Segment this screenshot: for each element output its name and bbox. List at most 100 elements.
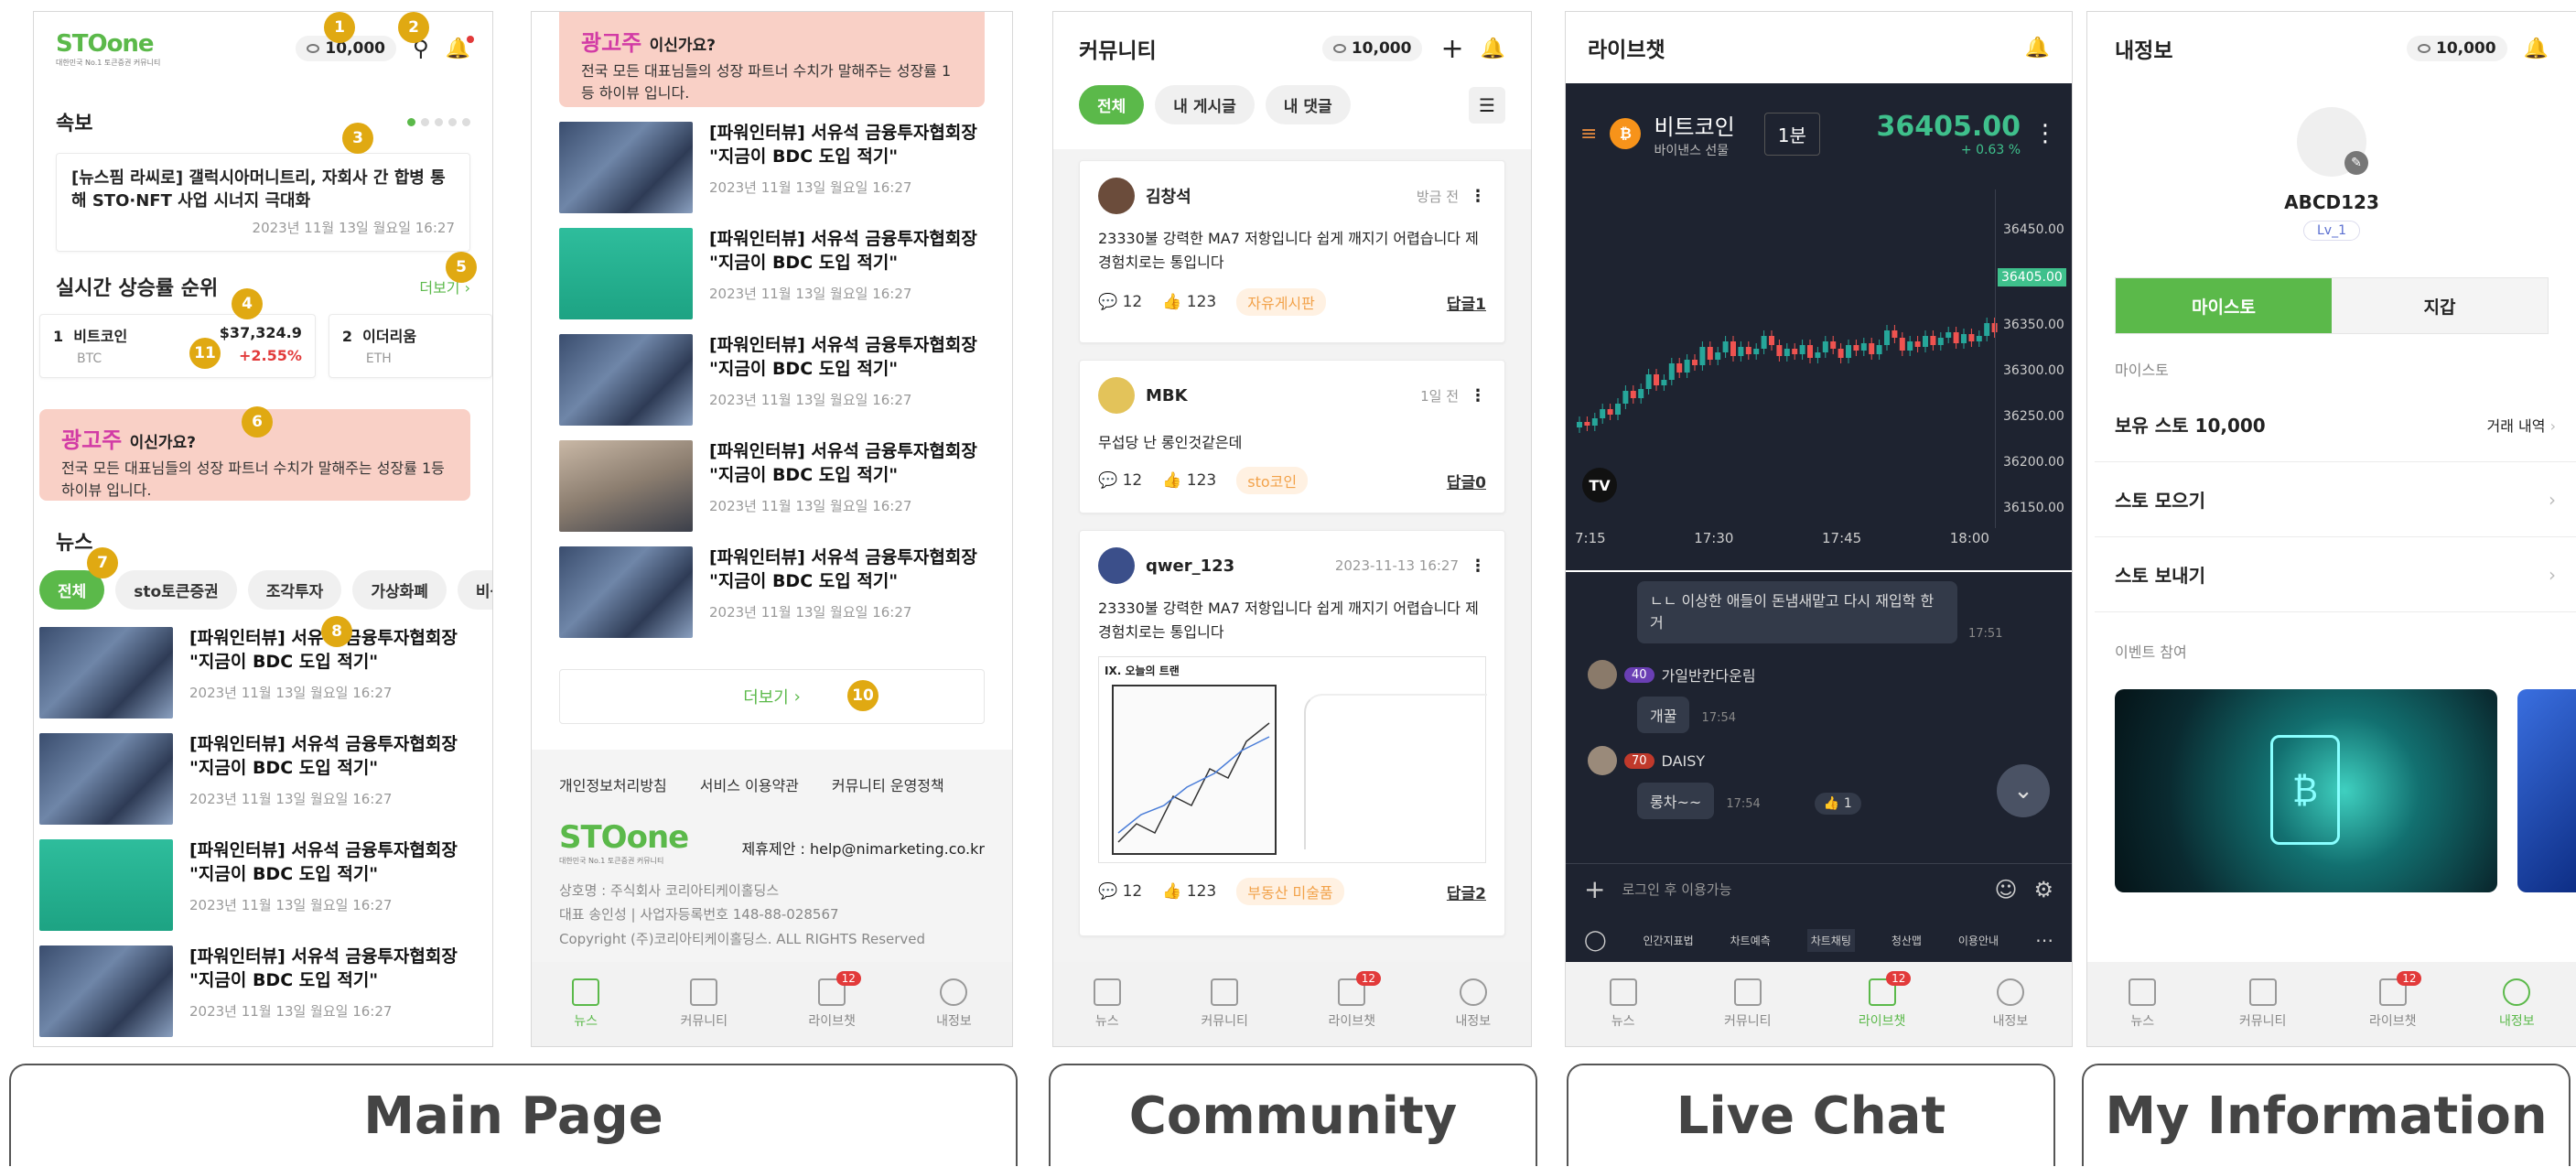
tab-community[interactable]: 커뮤니티 xyxy=(1724,978,1772,1030)
news-item[interactable]: [파워인터뷰] 서유석 금융투자협회장 "지금이 BDC 도입 적기" 2023년… xyxy=(559,334,994,426)
chip-fraction[interactable]: 조각투자 xyxy=(247,570,342,610)
coin-balance[interactable]: 10,000 xyxy=(2406,36,2507,61)
bell-icon[interactable]: 🔔 xyxy=(2025,37,2050,59)
like-icon[interactable]: 👍 123 xyxy=(1162,471,1216,490)
post-card[interactable]: 김창석 방금 전 ⋮ 23330불 강력한 MA7 저항입니다 쉽게 깨지기 어렵습… xyxy=(1079,160,1505,343)
bell-icon[interactable]: 🔔 xyxy=(446,35,474,60)
reply-link[interactable]: 답글0 xyxy=(1447,470,1486,492)
post-card[interactable]: MBK 1일 전 ⋮ 무섭당 난 롱인것같은데 💬 12 👍 123 sto코인 답글0 xyxy=(1079,360,1505,513)
emoji-icon[interactable]: ☺ xyxy=(1994,877,2017,902)
avatar[interactable] xyxy=(1098,178,1135,214)
more-icon[interactable]: ⋯ xyxy=(2035,929,2053,951)
breaking-news-card[interactable]: [뉴스핌 라씨로] 갤럭시아머니트리, 자회사 간 합병 통해 STO·NFT … xyxy=(56,153,470,252)
scroll-down-button[interactable]: ⌄ xyxy=(1997,764,2050,817)
rank-card[interactable]: 2 이더리움 ETH xyxy=(328,314,492,378)
policy-link[interactable]: 커뮤니티 운영정책 xyxy=(832,773,944,795)
price-chart-panel[interactable]: ≡ ₿ 비트코인 바이낸스 선물 1분 36405.00 + 0.63 % ⋮ 36… xyxy=(1566,83,2072,570)
category-tag[interactable]: 자유게시판 xyxy=(1236,288,1326,317)
more-options-icon[interactable]: ⋮ xyxy=(1470,187,1486,206)
chip-crypto[interactable]: 가상화폐 xyxy=(352,570,447,610)
tab-myinfo[interactable]: 내정보 xyxy=(1456,978,1491,1030)
chip-sto[interactable]: sto토큰증권 xyxy=(115,570,237,610)
news-item[interactable]: [파워인터뷰] 서유석 금융투자협회장 "지금이 BDC 도입 적기" 2023년… xyxy=(559,546,994,638)
tab-mysto[interactable]: 마이스토 xyxy=(2116,278,2332,333)
coin-balance[interactable]: 10,000 xyxy=(1321,36,1423,61)
like-icon[interactable]: 👍 123 xyxy=(1162,293,1216,311)
settings-icon[interactable]: ⚙ xyxy=(2033,877,2053,902)
tab-news[interactable]: 뉴스 xyxy=(1093,978,1121,1030)
tab-community[interactable]: 커뮤니티 xyxy=(1201,978,1248,1030)
tab-livechat[interactable]: 12 라이브챗 xyxy=(808,971,861,1030)
avatar[interactable] xyxy=(1588,660,1617,689)
more-options-icon[interactable]: ⋮ xyxy=(1470,386,1486,405)
privacy-link[interactable]: 개인정보처리방침 xyxy=(559,773,667,795)
edit-icon[interactable]: ✎ xyxy=(2344,151,2368,175)
interval-select[interactable]: 1분 xyxy=(1763,112,1820,156)
more-options-icon[interactable]: ⋮ xyxy=(1470,556,1486,576)
tab-myinfo[interactable]: 내정보 xyxy=(936,978,972,1030)
menu-row-send[interactable]: 스토 보내기 › xyxy=(2095,537,2576,612)
like-icon[interactable]: 👍 123 xyxy=(1162,882,1216,901)
news-item[interactable]: [파워인터뷰] 서유석 금융투자협회장 "지금이 BDC 도입 적기" 2023년… xyxy=(39,733,485,825)
profile-avatar[interactable]: ✎ xyxy=(2297,107,2368,177)
filter-my-posts[interactable]: 내 게시글 xyxy=(1155,85,1255,124)
app-logo[interactable]: STOone 대한민국 No.1 토큰증권 커뮤니티 xyxy=(56,30,160,68)
chip-more[interactable]: 비상 xyxy=(457,570,492,610)
bell-icon[interactable]: 🔔 xyxy=(1481,38,1505,60)
comment-icon[interactable]: 💬 12 xyxy=(1098,471,1142,490)
terms-link[interactable]: 서비스 이용약관 xyxy=(700,773,799,795)
tool-liquidation[interactable]: 청산맵 xyxy=(1892,933,1922,948)
tab-news[interactable]: 뉴스 xyxy=(2129,978,2157,1030)
event-banner[interactable]: ₿ xyxy=(2115,689,2497,892)
tool-guide[interactable]: 이용안내 xyxy=(1958,933,1999,948)
tab-livechat[interactable]: 12 라이브챗 xyxy=(2369,971,2422,1030)
news-item[interactable]: [파워인터뷰] 서유석 금융투자협회장 "지금이 BDC 도입 적기" 2023년… xyxy=(39,945,485,1037)
news-item[interactable]: [파워인터뷰] 서유석 금융투자협회장 "지금이 BDC 도입 적기" 2023년… xyxy=(559,440,994,532)
category-tag[interactable]: 부동산 미술품 xyxy=(1236,878,1344,906)
bell-icon[interactable]: 🔔 xyxy=(2524,38,2549,60)
news-item[interactable]: [파워인터뷰] 서유석 금융투자협회장 "지금이 BDC 도입 적기" 2023년… xyxy=(39,839,485,931)
more-options-icon[interactable]: ⋮ xyxy=(2033,120,2057,147)
filter-my-comments[interactable]: 내 댓글 xyxy=(1265,85,1351,124)
tab-community[interactable]: 커뮤니티 xyxy=(680,978,728,1030)
tab-community[interactable]: 커뮤니티 xyxy=(2239,978,2286,1030)
tool-chart-chat[interactable]: 차트채팅 xyxy=(1806,928,1855,952)
tab-news[interactable]: 뉴스 xyxy=(572,978,600,1030)
category-tag[interactable]: sto코인 xyxy=(1236,467,1309,494)
tab-myinfo[interactable]: 내정보 xyxy=(1993,978,2028,1030)
news-item[interactable]: [파워인터뷰] 서유석 금융투자협회장 "지금이 BDC 도입 적기" 2023년… xyxy=(39,627,485,719)
ad-banner[interactable]: 광고주 이신가요? 전국 모든 대표님들의 성장 파트너 수치가 말해주는 성장… xyxy=(559,12,985,107)
menu-row-holdings[interactable]: 보유 스토 10,000 거래 내역 › xyxy=(2095,387,2576,462)
tool-prediction[interactable]: 차트예측 xyxy=(1730,933,1771,948)
carousel-dots[interactable] xyxy=(407,117,470,126)
reply-link[interactable]: 답글2 xyxy=(1447,881,1486,903)
news-more-button[interactable]: 더보기 › xyxy=(559,669,985,724)
avatar[interactable] xyxy=(1098,547,1135,584)
news-item[interactable]: [파워인터뷰] 서유석 금융투자협회장 "지금이 BDC 도입 적기" 2023년… xyxy=(559,122,994,213)
comment-icon[interactable]: 💬 12 xyxy=(1098,882,1142,901)
menu-icon[interactable]: ≡ xyxy=(1580,123,1597,146)
tool-indicator[interactable]: 인간지표법 xyxy=(1644,933,1694,948)
tab-livechat[interactable]: 12 라이브챗 xyxy=(1328,971,1381,1030)
rank-card[interactable]: 1 비트코인 BTC $37,324.9 +2.55% xyxy=(39,314,316,378)
add-post-icon[interactable]: + xyxy=(1440,33,1463,65)
event-banner[interactable] xyxy=(2517,689,2576,892)
tab-livechat[interactable]: 12 라이브챗 xyxy=(1859,971,1912,1030)
news-item[interactable]: [파워인터뷰] 서유석 금융투자협회장 "지금이 BDC 도입 적기" 2023년… xyxy=(559,228,994,319)
chat-log[interactable]: ㄴㄴ 이상한 애들이 돈냄새맡고 다시 재입학 한거 17:51 40 가일반칸다… xyxy=(1566,572,2072,863)
reaction-pill[interactable]: 👍 1 xyxy=(1814,793,1861,815)
tab-wallet[interactable]: 지갑 xyxy=(2332,278,2548,333)
avatar[interactable] xyxy=(1588,746,1617,775)
menu-row-collect[interactable]: 스토 모으기 › xyxy=(2095,462,2576,537)
avatar[interactable] xyxy=(1098,377,1135,414)
chat-input[interactable]: 로그인 후 이용가능 xyxy=(1622,880,1731,899)
tab-myinfo[interactable]: 내정보 xyxy=(2499,978,2535,1030)
plus-icon[interactable]: + xyxy=(1584,874,1605,904)
profile-icon[interactable]: ◯ xyxy=(1584,929,1607,952)
post-card[interactable]: qwer_123 2023-11-13 16:27 ⋮ 23330불 강력한 MA7… xyxy=(1079,530,1505,936)
filter-settings-icon[interactable]: ☰ xyxy=(1469,86,1505,124)
comment-icon[interactable]: 💬 12 xyxy=(1098,293,1142,311)
post-image[interactable]: IX. 오늘의 트랜 xyxy=(1098,656,1487,864)
tab-news[interactable]: 뉴스 xyxy=(1609,978,1637,1030)
filter-all[interactable]: 전체 xyxy=(1079,85,1145,124)
